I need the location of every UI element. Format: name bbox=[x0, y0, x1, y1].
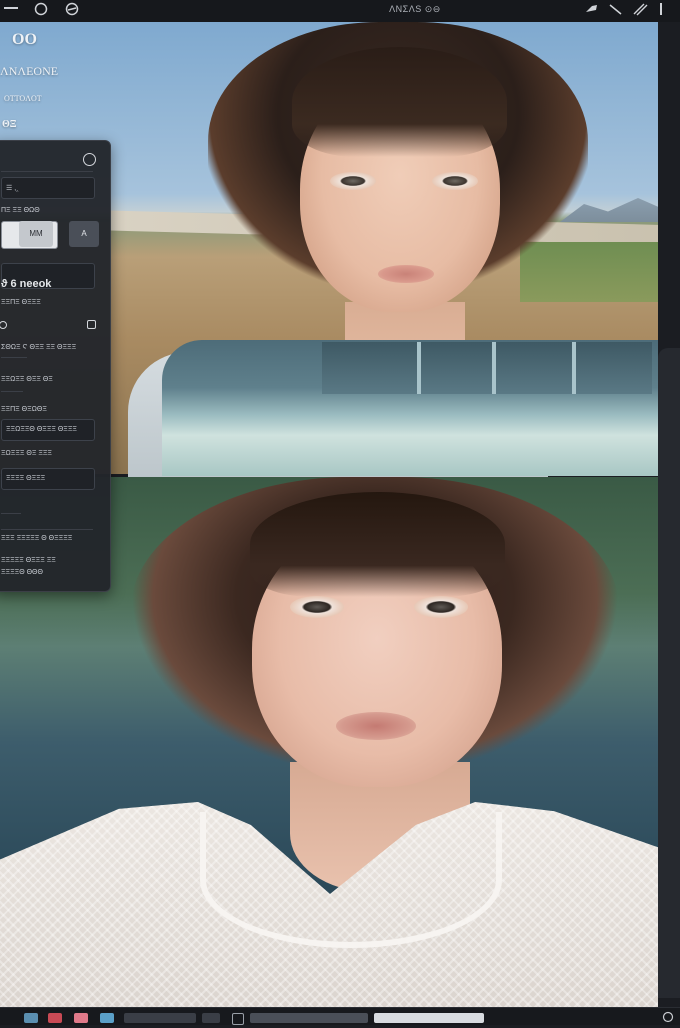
panel-close-icon[interactable] bbox=[83, 153, 96, 166]
pen-icon[interactable] bbox=[608, 2, 624, 20]
portrait-1-lips bbox=[378, 265, 434, 283]
line-icon[interactable] bbox=[658, 2, 664, 20]
panel-slider-1 bbox=[1, 357, 27, 358]
color-swatch-blue[interactable] bbox=[24, 1013, 38, 1023]
radio-icon[interactable] bbox=[0, 321, 7, 329]
input-2-value: ΞΞΞΞ ΘΞΞΞ bbox=[6, 475, 46, 482]
overlay-label-3: OTTOΛOT bbox=[4, 94, 42, 103]
portrait-2-right-eye bbox=[414, 596, 468, 618]
top-toolbar: ΛNΣΛS ⊙⊖ bbox=[0, 0, 680, 23]
panel-option-4: ΞΩΞΞΞ ΘΞ ΞΞΞ bbox=[1, 450, 52, 457]
panel-slider-2 bbox=[1, 391, 23, 392]
portrait-2-bangs bbox=[250, 492, 505, 597]
circle-tool-icon[interactable] bbox=[34, 2, 48, 20]
bottom-dock bbox=[0, 1007, 680, 1025]
panel-subheading: ΞΞΠΞ ΘΞΞΞ bbox=[1, 299, 41, 306]
dock-field-3[interactable] bbox=[374, 1013, 484, 1023]
panel-option-3: ΞΞΠΞ ΘΞΩΘΞ bbox=[1, 406, 47, 413]
pool-wall bbox=[322, 342, 652, 394]
overlay-label-4: ΘΞ bbox=[2, 119, 17, 130]
portrait-1-left-eye bbox=[330, 172, 376, 190]
panel-input-2[interactable]: ΞΞΞΞ ΘΞΞΞ bbox=[1, 468, 95, 490]
panel-option-6: ΞΞΞΞΞ ΘΞΞΞ ΞΞ bbox=[1, 557, 56, 564]
portrait-2-lips bbox=[336, 712, 416, 740]
panel-dropdown[interactable]: ☰ ,‸ bbox=[1, 177, 95, 199]
circle-icon[interactable] bbox=[662, 1010, 674, 1028]
panel-input-1[interactable]: ΞΞΩΞΞΘ ΘΞΞΞ ΘΞΞΞ bbox=[1, 419, 95, 441]
portrait-1-bangs bbox=[292, 47, 507, 157]
panel-option-5: ΞΞΞ ΞΞΞΞΞ Θ ΘΞΞΞΞ bbox=[1, 535, 73, 542]
right-scroll-area[interactable] bbox=[658, 22, 680, 1007]
water-photo bbox=[162, 340, 658, 476]
color-swatch-red[interactable] bbox=[48, 1013, 62, 1023]
settings-panel: ☰ ,‸ ΠΞ ΞΞ ΘΩΘ MM A ϑ 6 neeok ΞΞΠΞ ΘΞΞΞ … bbox=[0, 140, 111, 592]
panel-option-7: ΞΞΞΞΘ ΘΘΘ bbox=[1, 569, 43, 576]
panel-option-1: ΣΘΩΞ Ϛ ΘΞΞ ΞΞ ΘΞΞΞ bbox=[1, 344, 77, 351]
panel-divider-2 bbox=[1, 529, 93, 530]
dock-field-1[interactable] bbox=[124, 1013, 196, 1023]
a-button[interactable]: A bbox=[69, 221, 99, 247]
overlay-label-1: OO bbox=[12, 31, 37, 48]
portrait-1-right-eye bbox=[432, 172, 478, 190]
window-title: ΛNΣΛS ⊙⊖ bbox=[389, 4, 441, 14]
panel-slider-3 bbox=[1, 513, 21, 514]
panel-divider bbox=[1, 171, 93, 172]
panel-row-label: ΠΞ ΞΞ ΘΩΘ bbox=[1, 207, 40, 214]
mm-button[interactable]: MM bbox=[19, 221, 53, 247]
dock-field-2[interactable] bbox=[202, 1013, 220, 1023]
scroll-thumb[interactable] bbox=[658, 348, 680, 998]
double-line-icon[interactable] bbox=[632, 2, 648, 20]
dropdown-value: ☰ ,‸ bbox=[6, 185, 19, 192]
portrait-2-collar bbox=[200, 812, 502, 948]
overlay-label-2: ΛNΛEONE bbox=[0, 64, 59, 78]
input-1-value: ΞΞΩΞΞΘ ΘΞΞΞ ΘΞΞΞ bbox=[6, 426, 77, 433]
panel-option-2: ΞΞΩΞΞ ΘΞΞ ΘΞ bbox=[1, 376, 53, 383]
dock-slider[interactable] bbox=[250, 1013, 368, 1023]
color-swatch-pink[interactable] bbox=[74, 1013, 88, 1023]
hamburger-icon[interactable] bbox=[4, 1, 18, 21]
color-swatch-cyan[interactable] bbox=[100, 1013, 114, 1023]
stamp-icon[interactable] bbox=[64, 2, 80, 20]
toggle-icon[interactable] bbox=[87, 320, 96, 329]
panel-heading: ϑ 6 neeok bbox=[1, 278, 52, 290]
brush-icon[interactable] bbox=[584, 2, 600, 20]
portrait-2-left-eye bbox=[290, 596, 344, 618]
dock-icon-square[interactable] bbox=[232, 1013, 244, 1025]
